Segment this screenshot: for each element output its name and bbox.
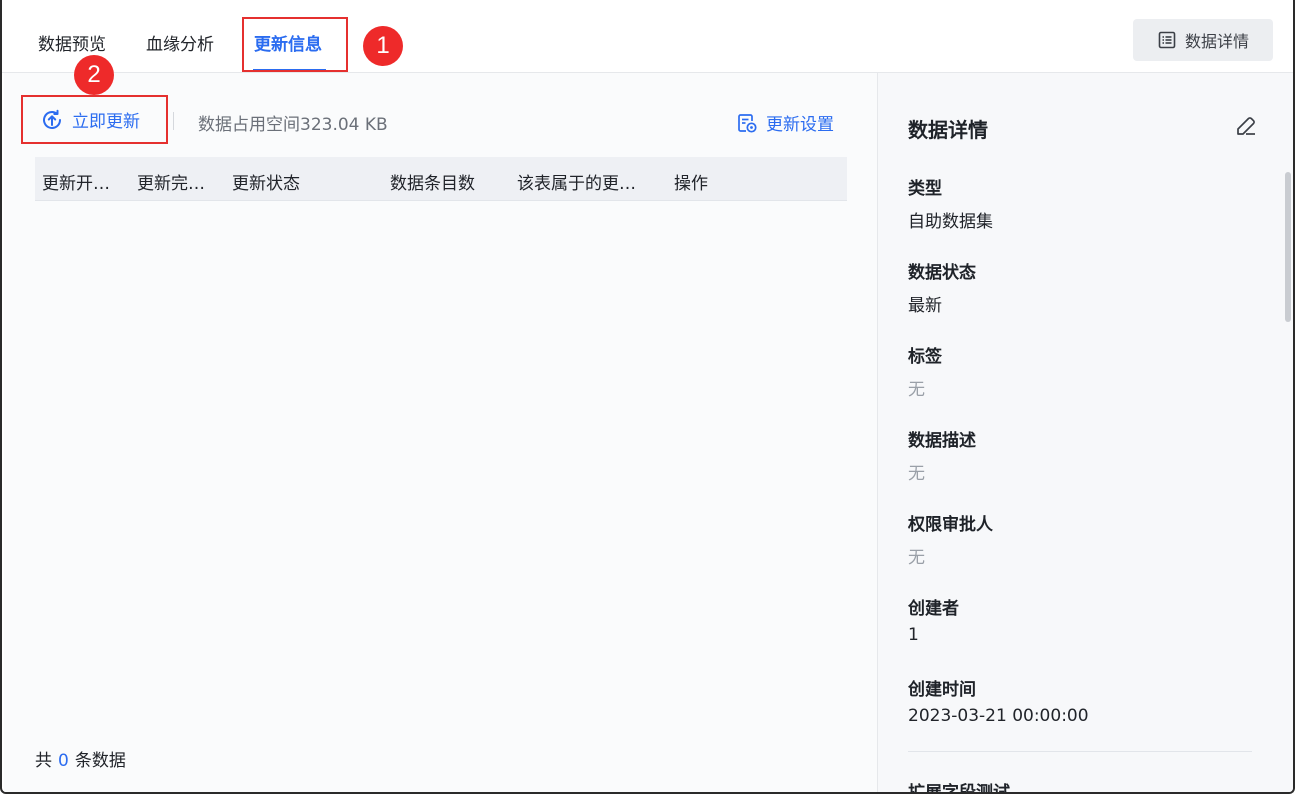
field-label-data-status: 数据状态 bbox=[908, 263, 976, 283]
field-value-data-status: 最新 bbox=[908, 296, 942, 316]
field-value-approver: 无 bbox=[908, 548, 925, 568]
field-label-extension: 扩展字段测试 bbox=[908, 783, 1010, 794]
field-label-type: 类型 bbox=[908, 179, 942, 199]
column-header[interactable]: 数据条目数 bbox=[390, 169, 475, 194]
column-header[interactable]: 更新开… bbox=[42, 169, 110, 194]
edit-pencil-icon[interactable] bbox=[1234, 114, 1258, 138]
column-header[interactable]: 该表属于的更… bbox=[517, 169, 636, 194]
details-title: 数据详情 bbox=[908, 118, 988, 142]
field-label-created-time: 创建时间 bbox=[908, 680, 976, 700]
field-label-description: 数据描述 bbox=[908, 431, 976, 451]
toolbar-divider bbox=[173, 112, 174, 130]
column-header[interactable]: 更新完… bbox=[137, 169, 205, 194]
update-settings-label: 更新设置 bbox=[766, 115, 834, 135]
field-value-type: 自助数据集 bbox=[908, 212, 993, 232]
details-divider bbox=[908, 751, 1252, 752]
tab-data-preview[interactable]: 数据预览 bbox=[38, 30, 106, 55]
data-details-button-label: 数据详情 bbox=[1184, 32, 1249, 51]
field-label-tags: 标签 bbox=[908, 347, 942, 367]
tab-lineage-analysis[interactable]: 血缘分析 bbox=[146, 30, 214, 55]
field-label-approver: 权限审批人 bbox=[908, 515, 993, 535]
field-value-created-time: 2023-03-21 00:00:00 bbox=[908, 706, 1089, 726]
storage-usage-text: 数据占用空间323.04 KB bbox=[198, 115, 388, 135]
field-value-description: 无 bbox=[908, 464, 925, 484]
record-count-number: 0 bbox=[58, 751, 69, 771]
field-label-creator: 创建者 bbox=[908, 599, 959, 619]
app-window: 数据预览 血缘分析 更新信息 数据详情 立即更新 数据占用空间323.04 KB… bbox=[0, 0, 1295, 794]
list-icon bbox=[1158, 31, 1176, 49]
tab-bar: 数据预览 血缘分析 更新信息 数据详情 bbox=[2, 0, 1293, 73]
data-details-button[interactable]: 数据详情 bbox=[1133, 19, 1273, 61]
annotation-highlight-update-button bbox=[21, 95, 168, 144]
field-value-tags: 无 bbox=[908, 380, 925, 400]
field-value-creator: 1 bbox=[908, 625, 919, 645]
column-header[interactable]: 操作 bbox=[674, 169, 708, 194]
annotation-highlight-tab bbox=[242, 17, 348, 72]
annotation-badge-2: 2 bbox=[74, 55, 114, 95]
details-scrollbar[interactable] bbox=[1285, 172, 1291, 322]
column-header[interactable]: 更新状态 bbox=[232, 169, 300, 194]
update-settings-button[interactable]: 更新设置 bbox=[736, 110, 834, 135]
annotation-badge-1: 1 bbox=[363, 26, 403, 66]
record-count-prefix: 共 bbox=[35, 751, 52, 771]
record-count-suffix: 条数据 bbox=[74, 751, 126, 771]
record-count: 共 0 条数据 bbox=[35, 746, 126, 771]
settings-doc-icon bbox=[738, 113, 757, 133]
update-history-table-header: 更新开… 更新完… 更新状态 数据条目数 该表属于的更… 操作 bbox=[35, 157, 847, 201]
